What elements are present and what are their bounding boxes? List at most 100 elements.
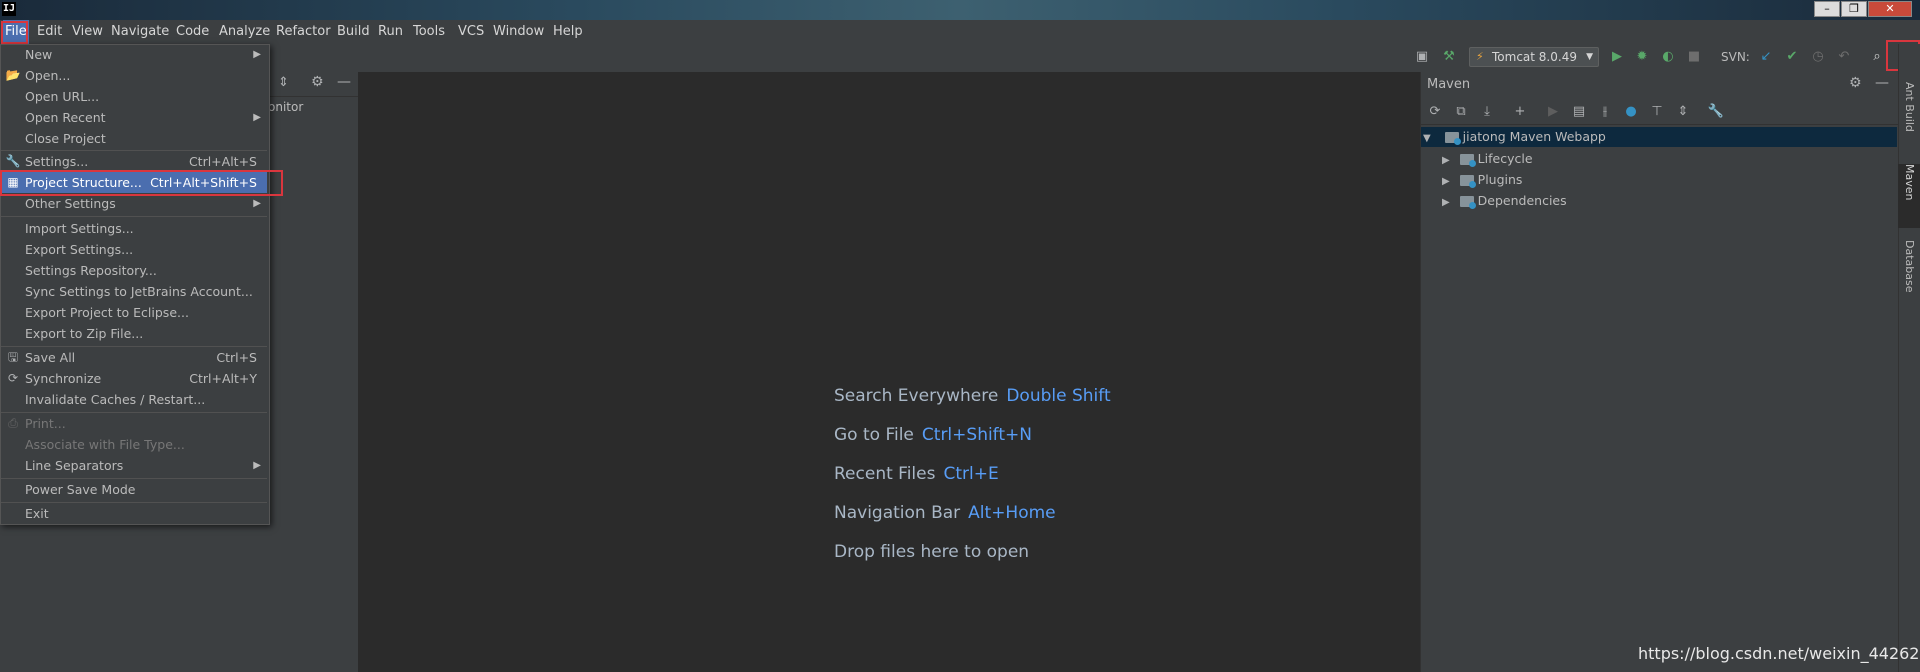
layout-icon[interactable]: ▣ bbox=[1413, 48, 1431, 66]
menu-item-shortcut: Ctrl+Alt+S bbox=[188, 154, 257, 169]
file-menu-highlight-box bbox=[1, 21, 28, 44]
svn-label: SVN: bbox=[1721, 50, 1750, 64]
maven-plugins-item[interactable]: ▶ Plugins bbox=[1442, 170, 1522, 190]
menu-item-associate-file-type[interactable]: Associate with File Type... bbox=[1, 434, 267, 455]
maximize-window-icon[interactable]: ❐ bbox=[1841, 1, 1867, 17]
search-icon[interactable]: ⌕ bbox=[1868, 48, 1886, 66]
menu-navigate[interactable]: Navigate bbox=[109, 20, 171, 44]
menu-item-sync-settings[interactable]: Sync Settings to JetBrains Account... bbox=[1, 281, 267, 302]
svn-update-icon[interactable]: ↙ bbox=[1757, 48, 1775, 66]
submenu-arrow-icon: ▶ bbox=[253, 49, 261, 60]
menu-item-export-eclipse[interactable]: Export Project to Eclipse... bbox=[1, 302, 267, 323]
menu-item-invalidate-caches[interactable]: Invalidate Caches / Restart... bbox=[1, 389, 267, 410]
menu-item-import-settings[interactable]: Import Settings... bbox=[1, 218, 267, 239]
menu-item-settings[interactable]: 🔧 Settings... Ctrl+Alt+S bbox=[1, 151, 267, 172]
menu-item-power-save-mode[interactable]: Power Save Mode bbox=[1, 479, 267, 500]
menu-item-exit[interactable]: Exit bbox=[1, 503, 267, 524]
menu-item-open-recent[interactable]: Open Recent ▶ bbox=[1, 107, 267, 128]
tree-item-label: Dependencies bbox=[1477, 193, 1567, 208]
menu-item-label: Print... bbox=[25, 416, 66, 431]
menu-item-label: Exit bbox=[25, 506, 49, 521]
build-hammer-icon[interactable]: ⚒ bbox=[1440, 48, 1458, 66]
menu-edit[interactable]: Edit bbox=[35, 20, 64, 44]
history-icon[interactable]: ◷ bbox=[1809, 48, 1827, 66]
maven-lifecycle-item[interactable]: ▶ Lifecycle bbox=[1442, 149, 1533, 169]
menu-item-label: New bbox=[25, 47, 53, 62]
toggle-offline-icon[interactable]: ⫲ bbox=[1596, 103, 1614, 121]
hint-key: Alt+Home bbox=[968, 503, 1056, 523]
menu-refactor[interactable]: Refactor bbox=[274, 20, 333, 44]
tab-label: Ant Build bbox=[1903, 82, 1916, 132]
collapsed-triangle-icon: ▶ bbox=[1442, 197, 1450, 208]
menu-item-open-url[interactable]: Open URL... bbox=[1, 86, 267, 107]
add-icon[interactable]: + bbox=[1511, 103, 1529, 121]
folder-icon bbox=[1459, 154, 1476, 167]
maven-dependencies-item[interactable]: ▶ Dependencies bbox=[1442, 191, 1567, 211]
menu-item-line-separators[interactable]: Line Separators ▶ bbox=[1, 455, 267, 476]
menu-item-save-all[interactable]: 🖫 Save All Ctrl+S bbox=[1, 347, 267, 368]
menu-item-label: Close Project bbox=[25, 131, 106, 146]
editor-empty-area[interactable] bbox=[359, 72, 1419, 672]
coverage-icon[interactable]: ◐ bbox=[1659, 48, 1677, 66]
maven-hide-icon[interactable]: — bbox=[1875, 75, 1889, 91]
maven-gear-icon[interactable]: ⚙ bbox=[1849, 75, 1862, 91]
watermark-url: https://blog.csdn.net/weixin_44262390 bbox=[1638, 644, 1920, 663]
close-window-icon[interactable]: ✕ bbox=[1868, 1, 1912, 17]
menu-item-new[interactable]: New ▶ bbox=[1, 44, 267, 65]
menu-item-close-project[interactable]: Close Project bbox=[1, 128, 267, 149]
collapse-all-icon[interactable]: ⇕ bbox=[278, 75, 289, 90]
revert-icon[interactable]: ↶ bbox=[1835, 48, 1853, 66]
maven-project-item[interactable]: ▼ jiatong Maven Webapp bbox=[1423, 127, 1606, 147]
minimize-window-icon[interactable]: – bbox=[1814, 1, 1840, 17]
tab-label: Database bbox=[1903, 240, 1916, 293]
debug-icon[interactable]: ✹ bbox=[1633, 48, 1651, 66]
menu-view[interactable]: View bbox=[70, 20, 105, 44]
collapse-icon[interactable]: ⇕ bbox=[1674, 103, 1692, 121]
wrench-icon: 🔧 bbox=[5, 154, 21, 168]
run-goal-icon[interactable]: ▶ bbox=[1544, 103, 1562, 121]
menu-vcs[interactable]: VCS bbox=[456, 20, 486, 44]
hint-recent-files: Recent Files Ctrl+E bbox=[834, 464, 999, 484]
menu-item-settings-repository[interactable]: Settings Repository... bbox=[1, 260, 267, 281]
menu-item-export-settings[interactable]: Export Settings... bbox=[1, 239, 267, 260]
reload-icon[interactable]: ⟳ bbox=[1426, 103, 1444, 121]
menu-item-print[interactable]: ⎙ Print... bbox=[1, 413, 267, 434]
tab-database[interactable]: Database bbox=[1898, 240, 1920, 320]
menu-item-label: Export Settings... bbox=[25, 242, 134, 257]
submenu-arrow-icon: ▶ bbox=[253, 198, 261, 209]
run-icon[interactable]: ▶ bbox=[1608, 48, 1626, 66]
stop-icon[interactable]: ■ bbox=[1685, 48, 1703, 66]
run-config-icon[interactable]: ▤ bbox=[1570, 103, 1588, 121]
menu-item-export-zip[interactable]: Export to Zip File... bbox=[1, 323, 267, 344]
menu-run[interactable]: Run bbox=[376, 20, 405, 44]
run-configuration-dropdown[interactable]: ⚡ Tomcat 8.0.49 ▼ bbox=[1469, 47, 1599, 67]
gear-icon[interactable]: ⚙ bbox=[311, 74, 324, 90]
menu-item-open[interactable]: 📂 Open... bbox=[1, 65, 267, 86]
tab-maven[interactable]: Maven bbox=[1898, 164, 1920, 228]
title-bar bbox=[0, 0, 1920, 20]
tomcat-icon: ⚡ bbox=[1476, 50, 1484, 63]
menu-window[interactable]: Window bbox=[491, 20, 546, 44]
save-icon: 🖫 bbox=[7, 350, 19, 364]
menu-tools[interactable]: Tools bbox=[411, 20, 447, 44]
svn-commit-icon[interactable]: ✔ bbox=[1783, 48, 1801, 66]
tab-ant-build[interactable]: Ant Build bbox=[1898, 82, 1920, 156]
hide-panel-icon[interactable]: — bbox=[337, 74, 351, 90]
menu-item-label: Synchronize bbox=[25, 371, 102, 386]
sync-icon: ⟳ bbox=[7, 371, 19, 385]
menu-item-synchronize[interactable]: ⟳ Synchronize Ctrl+Alt+Y bbox=[1, 368, 267, 389]
intellij-logo-icon[interactable]: IJ bbox=[2, 2, 16, 16]
menu-item-label: Settings Repository... bbox=[25, 263, 157, 278]
menu-item-other-settings[interactable]: Other Settings ▶ bbox=[1, 193, 267, 214]
menu-build[interactable]: Build bbox=[335, 20, 372, 44]
skip-tests-icon[interactable]: ● bbox=[1622, 103, 1640, 121]
generate-sources-icon[interactable]: ⧉ bbox=[1452, 103, 1470, 121]
menu-analyze[interactable]: Analyze bbox=[217, 20, 272, 44]
menu-help[interactable]: Help bbox=[551, 20, 585, 44]
menu-item-shortcut: Ctrl+Alt+Y bbox=[189, 371, 257, 386]
menu-code[interactable]: Code bbox=[174, 20, 211, 44]
hint-go-to-file: Go to File Ctrl+Shift+N bbox=[834, 425, 1032, 445]
wrench-icon[interactable]: 🔧 bbox=[1707, 103, 1725, 121]
show-dependencies-icon[interactable]: ⊤ bbox=[1648, 103, 1666, 121]
download-icon[interactable]: ⤓ bbox=[1478, 103, 1496, 121]
